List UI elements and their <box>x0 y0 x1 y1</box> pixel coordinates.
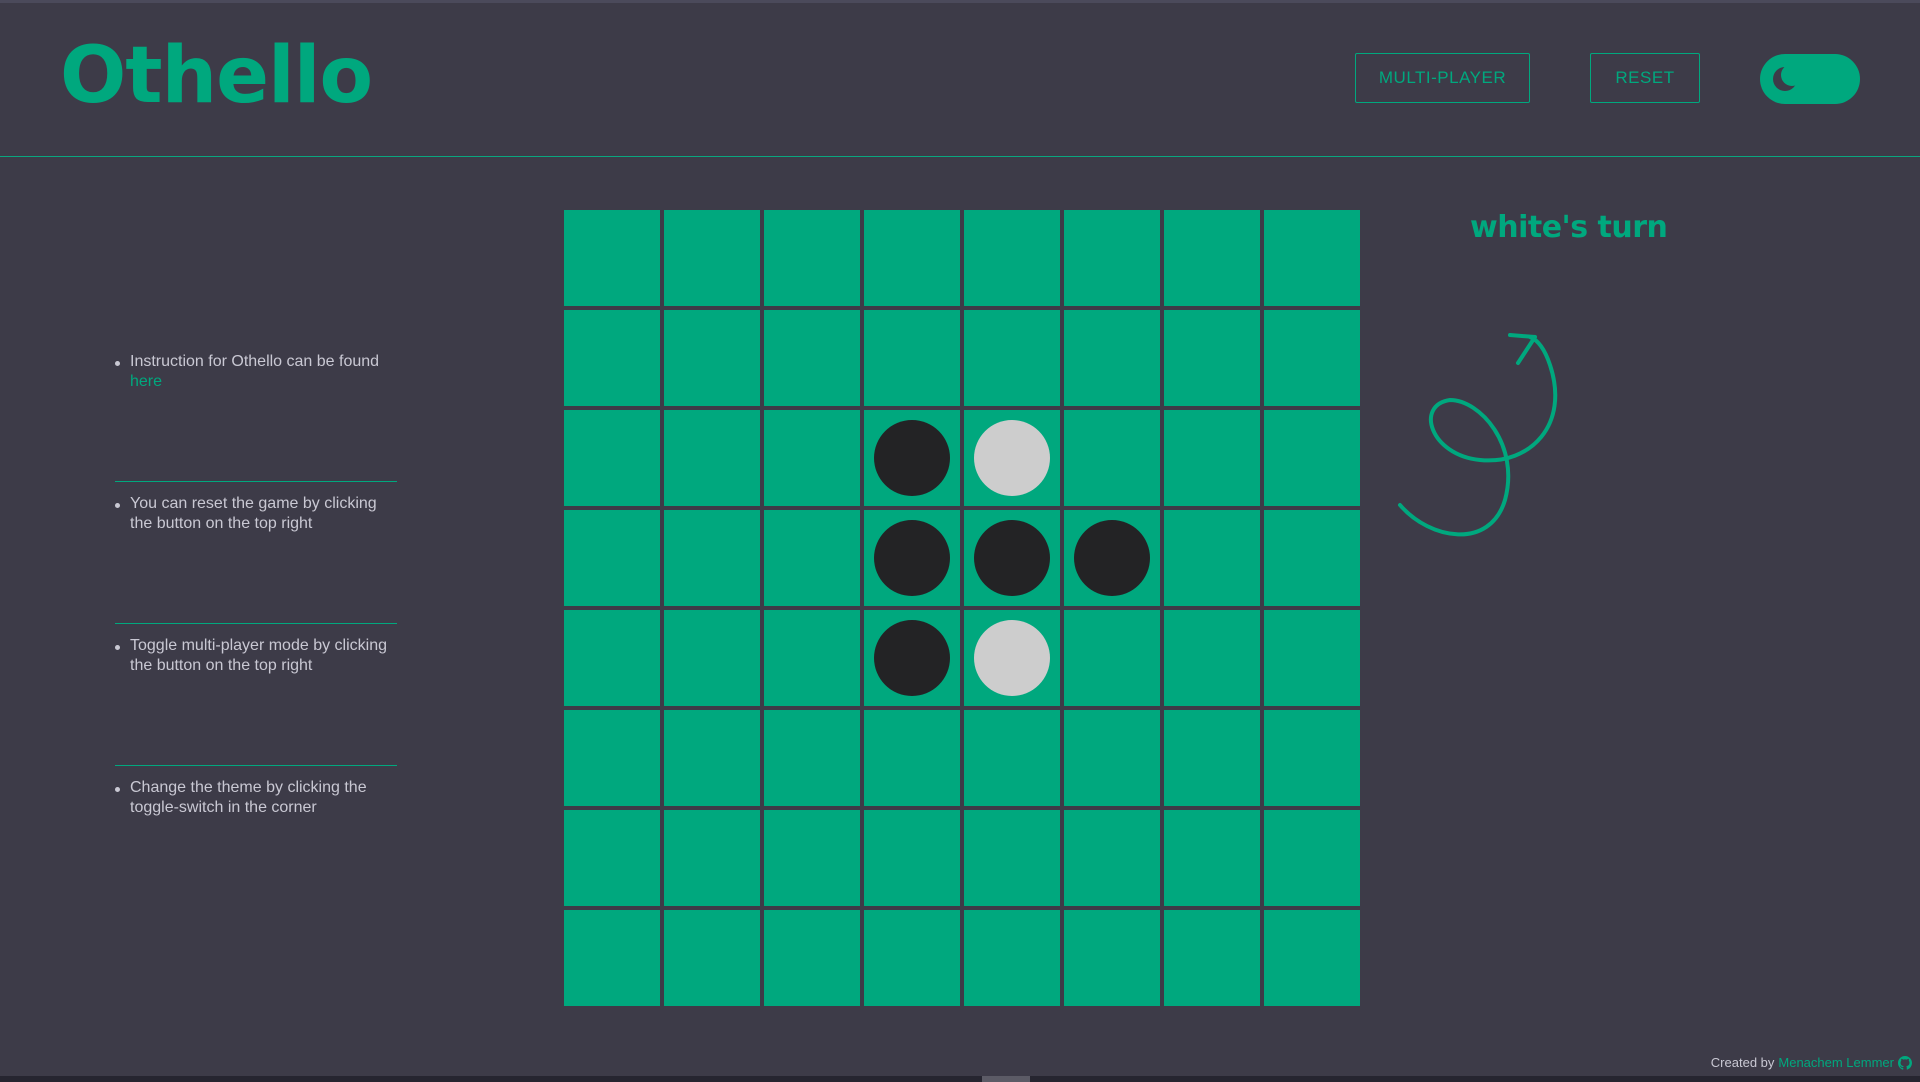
board-cell[interactable] <box>664 410 760 506</box>
board-cell[interactable] <box>564 310 660 406</box>
board-cell[interactable] <box>664 510 760 606</box>
github-icon[interactable] <box>1898 1055 1912 1070</box>
board-cell[interactable] <box>764 810 860 906</box>
board-cell[interactable] <box>564 410 660 506</box>
theme-toggle[interactable] <box>1760 54 1860 104</box>
board-cell[interactable] <box>764 310 860 406</box>
board-cell[interactable] <box>1164 510 1260 606</box>
instruction-text: Change the theme by clicking the toggle-… <box>130 779 367 816</box>
board-cell[interactable] <box>664 310 760 406</box>
board-cell[interactable] <box>964 810 1060 906</box>
instruction-text: Toggle multi-player mode by clicking the… <box>130 637 387 674</box>
multi-player-button[interactable]: MULTI-PLAYER <box>1355 53 1530 103</box>
board-cell[interactable] <box>664 710 760 806</box>
board-cell[interactable] <box>864 510 960 606</box>
board-cell[interactable] <box>664 210 760 306</box>
board-cell[interactable] <box>1164 910 1260 1006</box>
board-cell[interactable] <box>1164 710 1260 806</box>
board-cell[interactable] <box>1264 410 1360 506</box>
board-cell[interactable] <box>764 910 860 1006</box>
footer: Created by Menachem Lemmer <box>1711 1055 1912 1070</box>
board-cell[interactable] <box>1064 410 1160 506</box>
board-cell[interactable] <box>664 610 760 706</box>
page-title: Othello <box>60 31 373 121</box>
board-cell[interactable] <box>664 810 760 906</box>
instruction-text: You can reset the game by clicking the b… <box>130 495 377 532</box>
board-cell[interactable] <box>1264 610 1360 706</box>
board-cell[interactable] <box>964 410 1060 506</box>
board-cell[interactable] <box>864 910 960 1006</box>
board-cell[interactable] <box>1064 210 1160 306</box>
black-disc <box>874 620 950 696</box>
instructions-list: Instruction for Othello can be found her… <box>115 340 397 908</box>
board-cell[interactable] <box>1264 910 1360 1006</box>
board-cell[interactable] <box>964 510 1060 606</box>
black-disc <box>874 520 950 596</box>
board-cell[interactable] <box>764 610 860 706</box>
instruction-item: You can reset the game by clicking the b… <box>115 482 397 624</box>
game-board <box>562 208 1360 1006</box>
board-cell[interactable] <box>864 210 960 306</box>
board-cell[interactable] <box>564 210 660 306</box>
board-cell[interactable] <box>1264 510 1360 606</box>
board-cell[interactable] <box>764 410 860 506</box>
black-disc <box>974 520 1050 596</box>
moon-icon <box>1773 66 1798 91</box>
board-cell[interactable] <box>964 610 1060 706</box>
instruction-item: Toggle multi-player mode by clicking the… <box>115 624 397 766</box>
scrollbar-thumb[interactable] <box>982 1076 1030 1082</box>
board-cell[interactable] <box>1164 210 1260 306</box>
board-cell[interactable] <box>1164 410 1260 506</box>
board-cell[interactable] <box>1164 310 1260 406</box>
board-cell[interactable] <box>964 310 1060 406</box>
board-cell[interactable] <box>964 210 1060 306</box>
board-cell[interactable] <box>764 710 860 806</box>
board-cell[interactable] <box>964 910 1060 1006</box>
swirl-arrow-icon <box>1398 333 1558 537</box>
board-cell[interactable] <box>1064 310 1160 406</box>
reset-button[interactable]: RESET <box>1590 53 1700 103</box>
turn-indicator: white's turn <box>1470 210 1668 245</box>
board-cell[interactable] <box>564 710 660 806</box>
app-header: Othello MULTI-PLAYER RESET <box>0 3 1920 157</box>
horizontal-scrollbar[interactable] <box>0 1076 1920 1082</box>
board-cell[interactable] <box>764 510 860 606</box>
board-cell[interactable] <box>1164 810 1260 906</box>
white-disc <box>974 420 1050 496</box>
footer-prefix: Created by <box>1710 1055 1775 1070</box>
board-cell[interactable] <box>1064 710 1160 806</box>
board-cell[interactable] <box>564 510 660 606</box>
board-cell[interactable] <box>1064 910 1160 1006</box>
board-cell[interactable] <box>1164 610 1260 706</box>
instruction-text: Instruction for Othello can be found <box>130 353 380 370</box>
board-cell[interactable] <box>1064 510 1160 606</box>
board-cell[interactable] <box>864 310 960 406</box>
board-cell[interactable] <box>1264 810 1360 906</box>
board-cell[interactable] <box>1064 610 1160 706</box>
board-cell[interactable] <box>864 610 960 706</box>
board-cell[interactable] <box>564 610 660 706</box>
author-link[interactable]: Menachem Lemmer <box>1778 1055 1894 1070</box>
white-disc <box>974 620 1050 696</box>
board-cell[interactable] <box>864 410 960 506</box>
board-cell[interactable] <box>964 710 1060 806</box>
board-cell[interactable] <box>864 810 960 906</box>
board-cell[interactable] <box>864 710 960 806</box>
board-cell[interactable] <box>564 810 660 906</box>
black-disc <box>1074 520 1150 596</box>
instruction-item: Instruction for Othello can be found her… <box>115 340 397 482</box>
board-cell[interactable] <box>764 210 860 306</box>
instruction-item: Change the theme by clicking the toggle-… <box>115 766 397 908</box>
board-cell[interactable] <box>1264 310 1360 406</box>
board-cell[interactable] <box>1264 210 1360 306</box>
board-cell[interactable] <box>1264 710 1360 806</box>
board-cell[interactable] <box>664 910 760 1006</box>
instructions-link[interactable]: here <box>130 373 162 390</box>
black-disc <box>874 420 950 496</box>
board-cell[interactable] <box>1064 810 1160 906</box>
board-cell[interactable] <box>564 910 660 1006</box>
